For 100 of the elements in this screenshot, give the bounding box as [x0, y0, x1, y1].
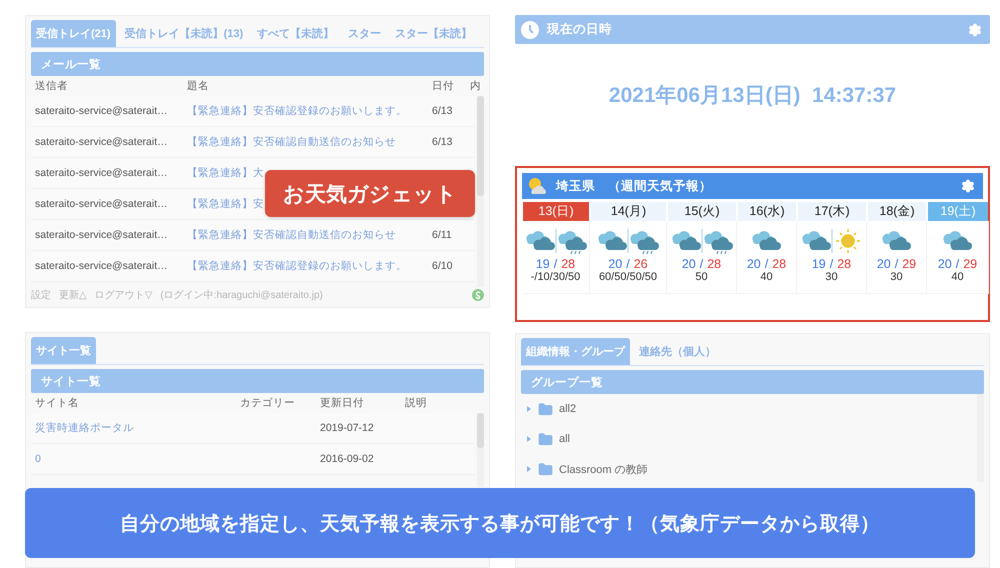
- footer-link[interactable]: 更新△: [59, 288, 87, 302]
- high-temperature: 29: [963, 257, 978, 271]
- caret-icon[interactable]: [526, 436, 532, 442]
- low-temperature: 20: [876, 257, 891, 271]
- day-label: 13(日): [523, 202, 589, 221]
- subject-link[interactable]: 【緊急連絡】大: [183, 166, 264, 180]
- low-temperature: 20: [608, 257, 622, 271]
- day-label: 17(木): [798, 202, 866, 221]
- column-header[interactable]: 説明: [401, 396, 427, 410]
- rain-chance: -/10/30/50: [530, 271, 580, 283]
- group-name: all: [559, 433, 570, 445]
- status-icon: [472, 289, 484, 301]
- column-header[interactable]: 内: [466, 79, 481, 93]
- subject-link[interactable]: 【緊急連絡】安否確認自動送信のお知らせ: [183, 228, 396, 242]
- folder-icon: [538, 432, 553, 446]
- sender-cell-text: sateraito-service@saterait…: [34, 136, 168, 148]
- footer-link[interactable]: 設定: [31, 288, 51, 302]
- tab[interactable]: スター【未読】: [390, 20, 478, 47]
- date-cell-text: 6/13: [431, 136, 452, 148]
- sender-cell-text: sateraito-service@saterait…: [34, 105, 168, 117]
- scrollbar[interactable]: [477, 96, 484, 287]
- sender-cell-text: sateraito-service@saterait…: [34, 198, 168, 210]
- date-cell-text: 2019-07-12: [319, 422, 374, 434]
- tab[interactable]: 受信トレイ(21): [31, 20, 116, 47]
- column-header[interactable]: 日付: [428, 79, 454, 93]
- sender-cell-text: sateraito-service@saterait…: [34, 167, 168, 179]
- rain-chance: 60/50/50/50: [598, 271, 658, 283]
- high-temperature: 28: [837, 257, 852, 271]
- column-header[interactable]: サイト名: [31, 396, 79, 410]
- settings-icon[interactable]: [968, 22, 982, 36]
- clock-icon: [521, 20, 539, 38]
- column-header[interactable]: 更新日付: [316, 396, 364, 410]
- footer-link[interactable]: ログアウト▽: [94, 288, 152, 302]
- day-label: 16(水): [738, 202, 796, 221]
- folder-icon: [538, 462, 553, 476]
- date-cell-text: 2016-09-02: [319, 453, 374, 465]
- tab[interactable]: 受信トレイ【未読】(13): [120, 20, 248, 47]
- tab[interactable]: スター: [343, 20, 386, 47]
- day-label: 15(火): [668, 202, 736, 221]
- login-status: (ログイン中:haraguchi@sateraito.jp): [160, 288, 323, 302]
- sender-cell-text: sateraito-service@saterait…: [34, 229, 168, 241]
- subject-link[interactable]: 【緊急連絡】安否確認登録のお願いします。: [183, 104, 407, 118]
- rain-chance: 30: [890, 271, 903, 283]
- high-temperature: 28: [707, 257, 722, 271]
- day-label: 19(土): [928, 202, 988, 221]
- site-link[interactable]: 災害時連絡ポータル: [31, 421, 134, 435]
- subject-link[interactable]: 【緊急連絡】安: [183, 197, 264, 211]
- temperature-divider: /: [956, 257, 960, 271]
- group-item[interactable]: all2: [521, 394, 974, 424]
- site-link[interactable]: 0: [31, 453, 41, 465]
- low-temperature: 19: [812, 257, 826, 271]
- rain-chance: 30: [825, 271, 838, 283]
- temperature-divider: /: [700, 257, 704, 271]
- high-temperature: 28: [772, 257, 786, 271]
- group-item[interactable]: Classroom の教師: [521, 454, 974, 484]
- caption-banner: 自分の地域を指定し、天気予報を表示する事が可能です！（気象庁データから取得）: [25, 488, 975, 558]
- rain-chance: 50: [695, 271, 708, 283]
- section-header: グループ一覧: [521, 370, 984, 394]
- clock-title: 現在の日時: [547, 21, 612, 38]
- high-temperature: 26: [634, 257, 648, 271]
- low-temperature: 20: [746, 257, 761, 271]
- date-cell-text: 6/10: [431, 260, 452, 272]
- low-temperature: 20: [682, 257, 696, 271]
- high-temperature: 28: [561, 257, 576, 271]
- scrollbar[interactable]: [977, 394, 984, 482]
- temperature-divider: /: [626, 257, 630, 271]
- date-cell-text: 6/11: [431, 229, 452, 241]
- temperature-divider: /: [554, 257, 558, 271]
- settings-icon[interactable]: [961, 179, 975, 193]
- caret-icon[interactable]: [526, 406, 532, 412]
- tab[interactable]: 組織情報・グループ: [521, 338, 630, 365]
- current-datetime: 2021年06月13日(日) 14:37:37: [608, 83, 898, 109]
- high-temperature: 29: [902, 257, 916, 271]
- date-cell-text: 6/13: [431, 105, 452, 117]
- tab[interactable]: すべて【未読】: [252, 20, 340, 47]
- scrollbar[interactable]: [477, 413, 484, 487]
- temperature-divider: /: [830, 257, 834, 271]
- temperature-divider: /: [764, 257, 768, 271]
- callout-label: お天気ガジェット: [265, 170, 475, 217]
- tab[interactable]: 連絡先（個人）: [634, 338, 721, 365]
- rain-chance: 40: [760, 271, 773, 283]
- day-label: 18(金): [868, 202, 926, 221]
- tab[interactable]: サイト一覧: [31, 337, 96, 364]
- caret-icon[interactable]: [526, 466, 532, 472]
- subject-link[interactable]: 【緊急連絡】安否確認自動送信のお知らせ: [183, 135, 396, 149]
- sender-cell-text: sateraito-service@saterait…: [34, 260, 168, 272]
- section-header: メール一覧: [31, 52, 484, 76]
- low-temperature: 19: [536, 257, 550, 271]
- group-name: Classroom の教師: [559, 462, 648, 476]
- weather-title: 埼玉県 （週間天気予報）: [556, 178, 712, 194]
- column-header[interactable]: 題名: [183, 79, 209, 93]
- rain-chance: 40: [951, 271, 964, 283]
- column-header[interactable]: 送信者: [31, 79, 68, 93]
- column-header[interactable]: カテゴリー: [236, 396, 295, 410]
- subject-link[interactable]: 【緊急連絡】安否確認登録のお願いします。: [183, 259, 407, 273]
- group-name: all2: [559, 403, 576, 415]
- low-temperature: 20: [938, 257, 952, 271]
- group-item[interactable]: all: [521, 424, 974, 454]
- section-header: サイト一覧: [31, 369, 484, 393]
- temperature-divider: /: [894, 257, 898, 271]
